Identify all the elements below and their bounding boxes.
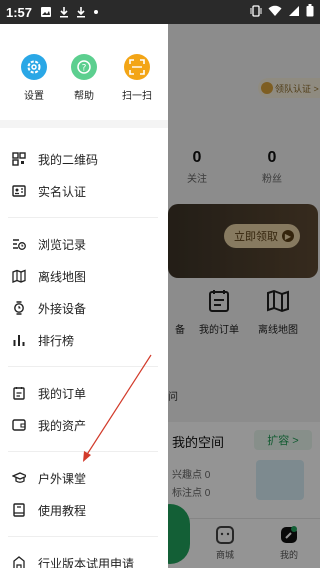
menu-label: 我的资产: [38, 418, 87, 433]
trial-icon: [12, 556, 26, 568]
menu-label: 户外课堂: [38, 471, 87, 486]
graduation-cap-icon: [12, 471, 26, 485]
vibrate-icon: [250, 4, 262, 20]
menu-divider: [8, 366, 158, 367]
id-card-icon: [12, 184, 26, 198]
menu-label: 我的订单: [38, 386, 87, 401]
help-icon: ?: [71, 54, 97, 80]
watch-icon: [12, 301, 26, 315]
menu-label: 使用教程: [38, 503, 87, 518]
side-drawer: 设置 ? 帮助 扫一扫 我的二维码 实名认证 浏览记录 离线地图 外接设备 排行…: [0, 24, 168, 568]
scan-label: 扫一扫: [122, 91, 152, 102]
menu-leaderboard[interactable]: 排行榜: [0, 326, 168, 354]
download-icon: [59, 6, 69, 18]
menu-browse-history[interactable]: 浏览记录: [0, 230, 168, 258]
qr-code-icon: [12, 152, 26, 166]
menu-offline-map[interactable]: 离线地图: [0, 262, 168, 290]
svg-text:?: ?: [82, 64, 87, 74]
order-icon: [12, 386, 26, 400]
wallet-icon: [12, 418, 26, 432]
settings-button[interactable]: 设置: [10, 54, 58, 102]
help-button[interactable]: ? 帮助: [60, 54, 108, 102]
menu-label: 实名认证: [38, 184, 87, 199]
help-label: 帮助: [74, 91, 94, 102]
battery-icon: [306, 4, 314, 20]
image-notification-icon: [40, 6, 52, 18]
menu-industry-trial[interactable]: 行业版本试用申请: [0, 549, 168, 568]
menu-my-qrcode[interactable]: 我的二维码: [0, 145, 168, 173]
menu-label: 行业版本试用申请: [38, 556, 135, 568]
menu-divider: [8, 451, 158, 452]
book-icon: [12, 503, 26, 517]
menu-label: 外接设备: [38, 301, 87, 316]
bar-chart-icon: [12, 333, 26, 347]
download-icon: [76, 6, 86, 18]
menu-outdoor-class[interactable]: 户外课堂: [0, 464, 168, 492]
signal-icon: [288, 5, 300, 20]
history-icon: [12, 237, 26, 251]
menu-label: 离线地图: [38, 269, 87, 284]
wifi-icon: [268, 5, 282, 20]
section-separator: [0, 120, 168, 128]
menu-label: 排行榜: [38, 333, 75, 348]
menu-external-device[interactable]: 外接设备: [0, 294, 168, 322]
gear-icon: [21, 54, 47, 80]
scan-button[interactable]: 扫一扫: [113, 54, 161, 102]
dot-icon: [93, 9, 99, 15]
menu-label: 浏览记录: [38, 237, 87, 252]
offline-map-icon: [12, 269, 26, 283]
status-time: 1:57: [6, 4, 33, 20]
status-bar: 1:57: [0, 0, 320, 24]
menu-my-assets[interactable]: 我的资产: [0, 411, 168, 439]
drawer-scrim[interactable]: [168, 24, 320, 568]
scan-icon: [124, 54, 150, 80]
menu-real-name-auth[interactable]: 实名认证: [0, 177, 168, 205]
menu-divider: [8, 217, 158, 218]
settings-label: 设置: [24, 91, 44, 102]
menu-my-orders[interactable]: 我的订单: [0, 379, 168, 407]
menu-divider: [8, 536, 158, 537]
menu-tutorial[interactable]: 使用教程: [0, 496, 168, 524]
menu-label: 我的二维码: [38, 152, 99, 167]
